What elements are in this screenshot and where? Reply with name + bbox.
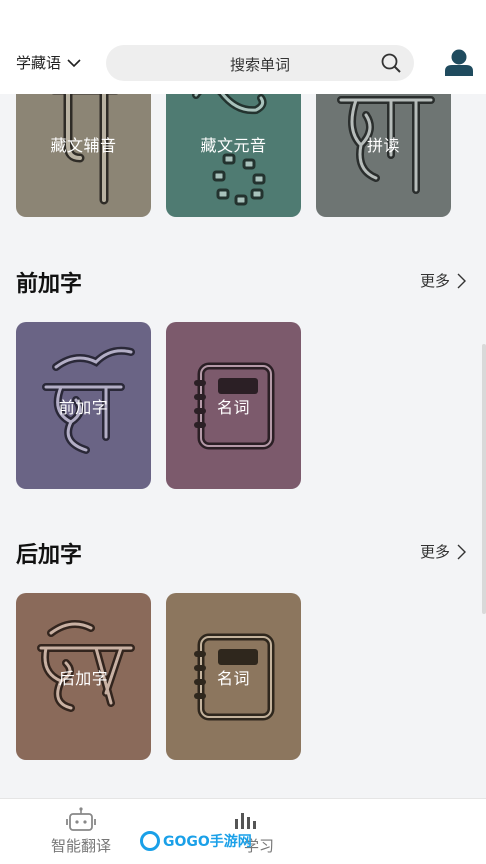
learning-content: 藏文辅音 藏文元音 拼读 前加字 更多 前加字 名词 后加字 更多 后加字 名词	[0, 94, 486, 798]
section-title-suffix: 后加字	[16, 543, 83, 568]
card-spelling[interactable]: 拼读	[316, 94, 451, 217]
section-title-prefix: 前加字	[16, 272, 83, 297]
bottom-navigation: 智能翻译 学习 GOGO手游网	[0, 798, 486, 864]
search-bar[interactable]: 搜索单词	[106, 45, 414, 81]
more-label: 更多	[419, 543, 450, 561]
card-suffix[interactable]: 后加字	[16, 593, 151, 760]
card-consonants[interactable]: 藏文辅音	[16, 94, 151, 217]
user-profile-icon[interactable]	[444, 48, 474, 76]
card-label: 后加字	[58, 669, 109, 688]
chevron-right-icon	[457, 273, 466, 288]
card-noun-suffix[interactable]: 名词	[166, 593, 301, 760]
card-label: 名词	[216, 669, 250, 688]
card-noun-prefix[interactable]: 名词	[166, 322, 301, 489]
search-icon[interactable]	[380, 52, 402, 74]
watermark-circle-icon	[140, 831, 160, 851]
card-label: 前加字	[58, 398, 109, 417]
bar-chart-icon	[235, 813, 256, 829]
more-link-prefix[interactable]: 更多	[420, 270, 466, 291]
more-label: 更多	[419, 272, 450, 290]
watermark-logo: GOGO手游网	[140, 831, 252, 851]
robot-icon	[66, 807, 96, 831]
card-vowels[interactable]: 藏文元音	[166, 94, 301, 217]
search-placeholder: 搜索单词	[229, 56, 290, 74]
card-prefix[interactable]: 前加字	[16, 322, 151, 489]
card-label: 名词	[216, 398, 250, 417]
language-label: 学藏语	[16, 54, 62, 72]
card-label: 拼读	[366, 136, 400, 155]
nav-label: 智能翻译	[50, 837, 111, 855]
app-header: 学藏语 搜索单词	[0, 0, 486, 94]
card-label: 藏文元音	[200, 136, 267, 155]
scrollbar[interactable]	[482, 344, 486, 614]
card-label: 藏文辅音	[50, 136, 117, 155]
chevron-down-icon	[67, 58, 81, 67]
more-link-suffix[interactable]: 更多	[420, 541, 466, 562]
language-selector[interactable]: 学藏语	[16, 52, 81, 73]
chevron-right-icon	[457, 544, 466, 559]
nav-item-translate[interactable]: 智能翻译	[21, 807, 141, 856]
watermark-text: GOGO手游网	[163, 834, 252, 850]
